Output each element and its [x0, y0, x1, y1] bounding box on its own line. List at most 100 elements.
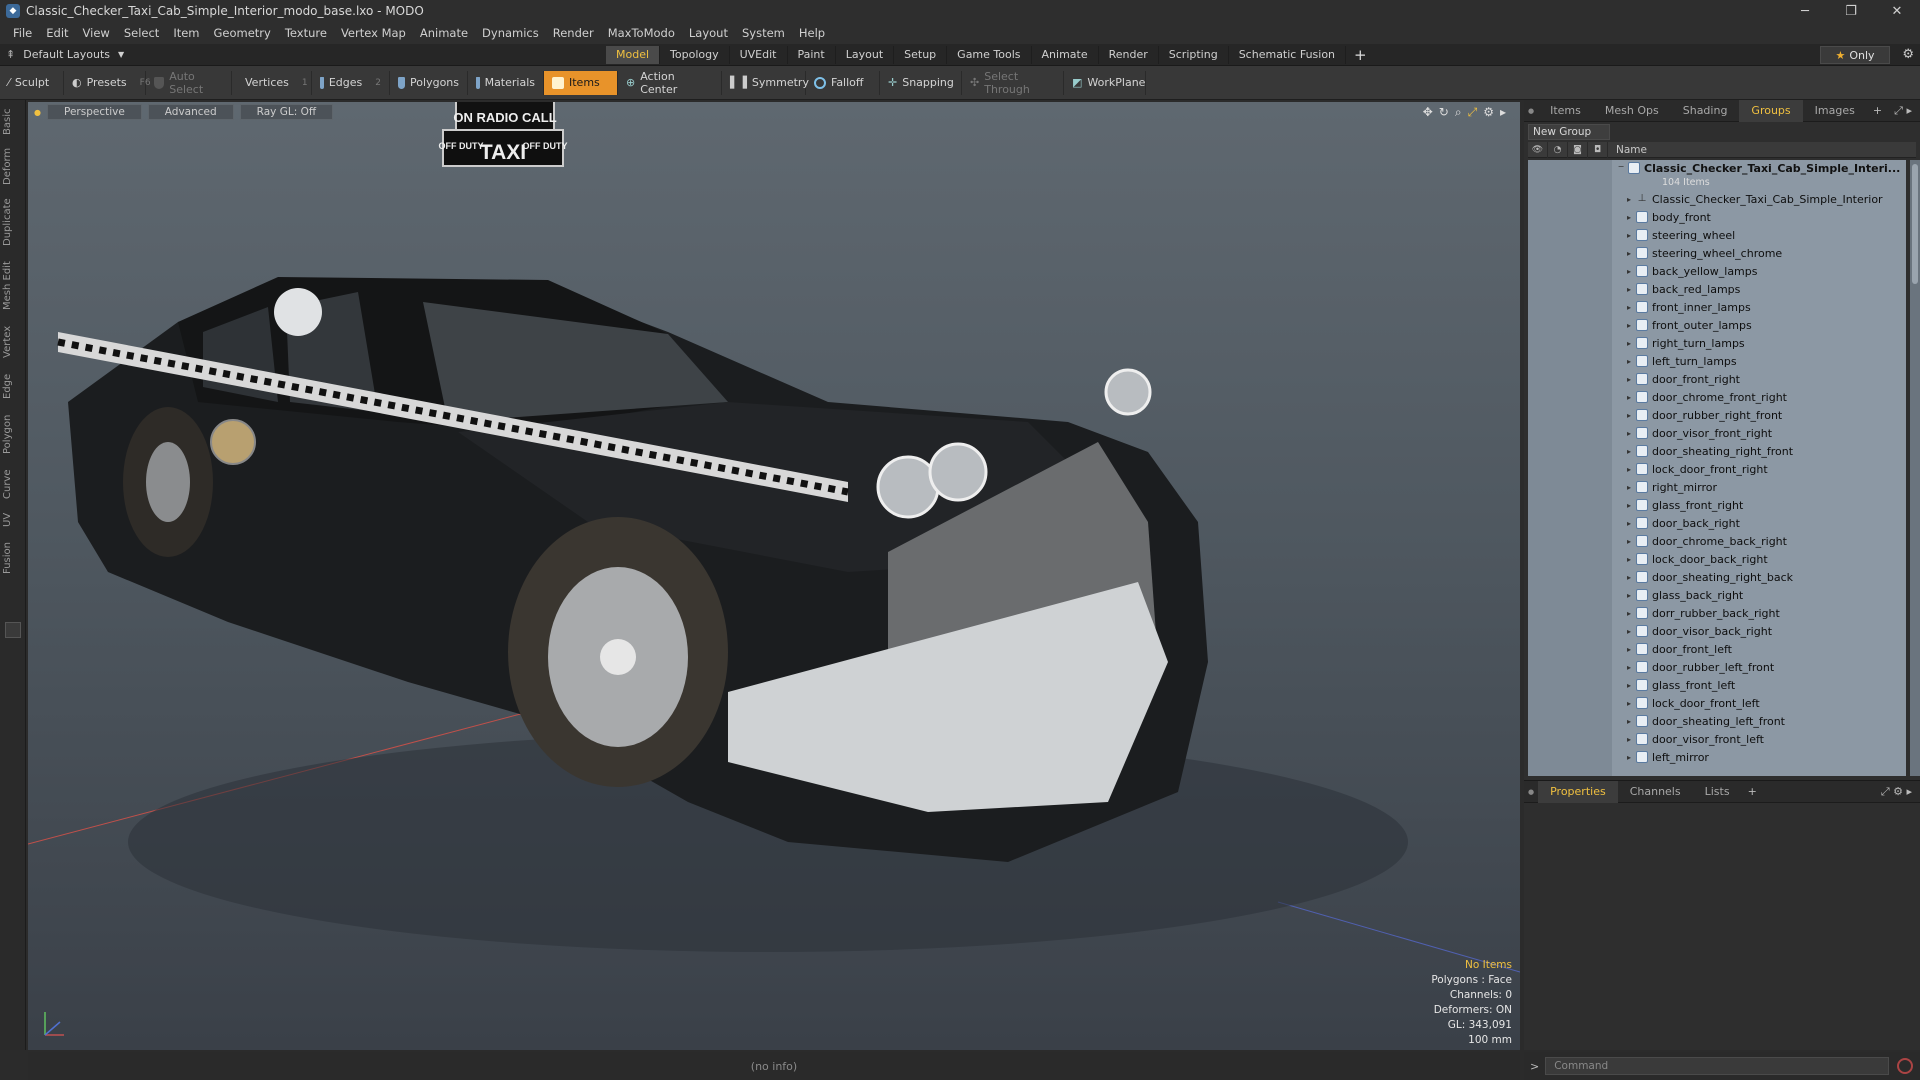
side-tab-mesh-edit[interactable]: Mesh Edit	[2, 256, 24, 316]
menu-texture[interactable]: Texture	[278, 26, 334, 40]
side-tab-basic[interactable]: Basic	[2, 104, 24, 140]
tab-render[interactable]: Render	[1099, 45, 1159, 64]
tab-animate[interactable]: Animate	[1032, 45, 1099, 64]
zoom-icon[interactable]: ⌕	[1455, 105, 1462, 120]
list-item[interactable]: ▸ ⊥ Classic_Checker_Taxi_Cab_Simple_Interi…	[1528, 190, 1906, 208]
expand-arrow-icon[interactable]: ▸	[1624, 357, 1634, 366]
list-item[interactable]: ▸ dorr_rubber_back_right	[1528, 604, 1906, 622]
list-item[interactable]: ▸ door_visor_back_right	[1528, 622, 1906, 640]
tab-channels[interactable]: Channels	[1618, 781, 1693, 803]
list-item[interactable]: ▸ door_visor_front_right	[1528, 424, 1906, 442]
shading-advanced-button[interactable]: Advanced	[147, 104, 234, 120]
menu-maxtomodo[interactable]: MaxToModo	[601, 26, 682, 40]
list-item[interactable]: ▸ lock_door_front_left	[1528, 694, 1906, 712]
list-item[interactable]: ▸ glass_front_left	[1528, 676, 1906, 694]
expand-arrow-icon[interactable]: ▸	[1624, 537, 1634, 546]
snapping-button[interactable]: ✛ Snapping	[880, 70, 962, 95]
workplane-button[interactable]: ◩ WorkPlane	[1064, 70, 1146, 95]
expand-arrow-icon[interactable]: ▸	[1624, 375, 1634, 384]
group-row[interactable]: − Classic_Checker_Taxi_Cab_Simple_Interi…	[1528, 160, 1906, 190]
expand-arrow-icon[interactable]: ▸	[1624, 717, 1634, 726]
materials-button[interactable]: Materials	[468, 70, 544, 95]
expand-arrow-icon[interactable]: ▸	[1624, 501, 1634, 510]
list-item[interactable]: ▸ body_front	[1528, 208, 1906, 226]
viewport-arrow-icon[interactable]: ▸	[1500, 105, 1506, 120]
select-through-button[interactable]: ✣ Select Through	[962, 70, 1064, 96]
raygl-button[interactable]: Ray GL: Off	[239, 104, 334, 120]
select-col-icon[interactable]: ◘	[1588, 141, 1608, 158]
menu-render[interactable]: Render	[546, 26, 601, 40]
tab-layout[interactable]: Layout	[836, 45, 895, 64]
falloff-button[interactable]: Falloff	[806, 70, 880, 95]
pan-icon[interactable]: ✥	[1423, 105, 1433, 120]
side-panel-toggle[interactable]	[5, 622, 21, 638]
tab-lists[interactable]: Lists	[1693, 781, 1742, 803]
expand-arrow-icon[interactable]: ▸	[1624, 573, 1634, 582]
menu-select[interactable]: Select	[117, 26, 166, 40]
tab-properties[interactable]: Properties	[1538, 780, 1618, 803]
list-item[interactable]: ▸ door_rubber_right_front	[1528, 406, 1906, 424]
tab-schematic-fusion[interactable]: Schematic Fusion	[1229, 45, 1347, 64]
lock-col-icon[interactable]: ◙	[1568, 141, 1588, 158]
expand-arrow-icon[interactable]: ▸	[1624, 753, 1634, 762]
collapse-arrow-icon[interactable]: −	[1616, 162, 1626, 171]
list-item[interactable]: ▸ door_sheating_right_back	[1528, 568, 1906, 586]
tab-model[interactable]: Model	[606, 45, 661, 64]
menu-help[interactable]: Help	[792, 26, 832, 40]
gear-icon[interactable]: ⚙	[1902, 47, 1914, 62]
menu-vertex-map[interactable]: Vertex Map	[334, 26, 413, 40]
name-column-header[interactable]: Name	[1608, 144, 1647, 156]
list-item[interactable]: ▸ lock_door_back_right	[1528, 550, 1906, 568]
side-tab-uv[interactable]: UV	[2, 508, 24, 532]
tab-scripting[interactable]: Scripting	[1159, 45, 1229, 64]
rotate-icon[interactable]: ↻	[1439, 105, 1449, 120]
tab-images[interactable]: Images	[1803, 100, 1867, 122]
expand-arrow-icon[interactable]: ▸	[1624, 483, 1634, 492]
expand-arrow-icon[interactable]: ▸	[1624, 285, 1634, 294]
side-tab-fusion[interactable]: Fusion	[2, 536, 24, 580]
menu-item[interactable]: Item	[166, 26, 206, 40]
expand-arrow-icon[interactable]: ▸	[1624, 447, 1634, 456]
expand-arrow-icon[interactable]: ▸	[1624, 213, 1634, 222]
add-panel-tab-button[interactable]: +	[1867, 104, 1888, 117]
restore-button[interactable]: ❐	[1828, 0, 1874, 22]
list-item[interactable]: ▸ door_sheating_left_front	[1528, 712, 1906, 730]
vertices-button[interactable]: Vertices 1	[232, 70, 312, 95]
add-properties-tab-button[interactable]: +	[1742, 785, 1763, 798]
new-group-button[interactable]: New Group	[1528, 124, 1610, 140]
symmetry-button[interactable]: ▌▐ Symmetry	[722, 70, 809, 95]
list-item[interactable]: ▸ steering_wheel_chrome	[1528, 244, 1906, 262]
add-tab-button[interactable]: +	[1346, 46, 1375, 64]
3d-viewport[interactable]: ON RADIO CALL OFF DUTY TAXI OFF DUTY ● P…	[28, 102, 1520, 1050]
expand-arrow-icon[interactable]: ▸	[1624, 591, 1634, 600]
expand-arrow-icon[interactable]: ▸	[1624, 627, 1634, 636]
action-center-button[interactable]: ⊕ Action Center	[618, 70, 722, 96]
list-item[interactable]: ▸ left_mirror	[1528, 748, 1906, 766]
menu-system[interactable]: System	[735, 26, 792, 40]
list-item[interactable]: ▸ door_visor_front_left	[1528, 730, 1906, 748]
tab-topology[interactable]: Topology	[660, 45, 730, 64]
expand-arrow-icon[interactable]: ▸	[1624, 249, 1634, 258]
menu-file[interactable]: File	[6, 26, 39, 40]
viewport-gear-icon[interactable]: ⚙	[1483, 105, 1494, 120]
expand-arrow-icon[interactable]: ▸	[1624, 339, 1634, 348]
list-item[interactable]: ▸ back_yellow_lamps	[1528, 262, 1906, 280]
list-item[interactable]: ▸ back_red_lamps	[1528, 280, 1906, 298]
list-item[interactable]: ▸ door_sheating_right_front	[1528, 442, 1906, 460]
expand-arrow-icon[interactable]: ▸	[1624, 267, 1634, 276]
tab-game-tools[interactable]: Game Tools	[947, 45, 1032, 64]
list-item[interactable]: ▸ lock_door_front_right	[1528, 460, 1906, 478]
expand-arrow-icon[interactable]: ▸	[1624, 429, 1634, 438]
tab-items[interactable]: Items	[1538, 100, 1593, 122]
expand-arrow-icon[interactable]: ▸	[1624, 609, 1634, 618]
list-item[interactable]: ▸ right_turn_lamps	[1528, 334, 1906, 352]
side-tab-polygon[interactable]: Polygon	[2, 408, 24, 460]
tab-uvedit[interactable]: UVEdit	[730, 45, 788, 64]
record-macro-icon[interactable]	[1897, 1058, 1914, 1074]
expand-arrow-icon[interactable]: ▸	[1624, 195, 1634, 204]
menu-layout[interactable]: Layout	[682, 26, 735, 40]
list-item[interactable]: ▸ steering_wheel	[1528, 226, 1906, 244]
only-toggle[interactable]: ★ Only	[1820, 46, 1890, 64]
expand-arrow-icon[interactable]: ▸	[1624, 411, 1634, 420]
tab-mesh-ops[interactable]: Mesh Ops	[1593, 100, 1671, 122]
